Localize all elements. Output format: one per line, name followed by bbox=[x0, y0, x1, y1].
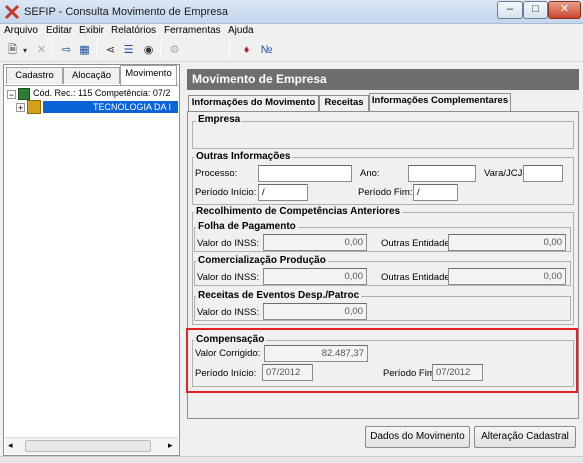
folha-inss-label: Valor do INSS: bbox=[197, 238, 260, 249]
expand-icon[interactable]: + bbox=[16, 103, 25, 113]
ano-label: Ano: bbox=[360, 168, 380, 179]
transfer-icon[interactable]: ⇨ bbox=[58, 42, 75, 59]
empresa-title: Empresa bbox=[196, 114, 243, 125]
scroll-right-icon[interactable]: ▸ bbox=[168, 440, 173, 451]
new-document-icon[interactable]: 🗎 bbox=[4, 42, 21, 59]
collapse-icon[interactable]: − bbox=[7, 90, 16, 100]
tree-root-label[interactable]: Cód. Rec.: 115 Competência: 07/2 bbox=[33, 88, 170, 98]
tab-strip: Informações do Movimento Receitas Inform… bbox=[188, 93, 579, 113]
close-button[interactable]: ✕ bbox=[548, 1, 581, 19]
comercializacao-title: Comercialização Produção bbox=[196, 255, 328, 266]
help-icon[interactable]: № bbox=[258, 42, 275, 59]
menu-bar: Arquivo Editar Exibir Relatórios Ferrame… bbox=[0, 24, 583, 40]
comerc-outras-input[interactable]: 0,00 bbox=[448, 268, 566, 285]
tab-movimento[interactable]: Movimento bbox=[120, 65, 177, 85]
comerc-inss-input[interactable]: 0,00 bbox=[263, 268, 367, 285]
toolbar-separator bbox=[229, 43, 230, 58]
tree-icon[interactable]: ⋖ bbox=[102, 42, 119, 59]
toolbar: 🗎 ▾ ✕ ⇨ ▦ ⋖ ☰ ◉ ⚙ ♦ № bbox=[0, 40, 583, 62]
status-bar bbox=[0, 456, 583, 463]
comerc-inss-label: Valor do INSS: bbox=[197, 272, 260, 283]
alteracao-cadastral-button[interactable]: Alteração Cadastral bbox=[474, 426, 576, 448]
vara-label: Vara/JCJ: bbox=[484, 168, 526, 179]
menu-ferramentas[interactable]: Ferramentas bbox=[164, 25, 221, 36]
shield-icon[interactable]: ♦ bbox=[238, 42, 255, 59]
folha-outras-label: Outras Entidades: bbox=[381, 238, 458, 249]
panel-title: Movimento de Empresa bbox=[192, 72, 327, 86]
menu-arquivo[interactable]: Arquivo bbox=[4, 25, 38, 36]
tab-alocacao[interactable]: Alocação bbox=[63, 67, 120, 84]
minimize-button[interactable]: – bbox=[497, 1, 523, 19]
comerc-outras-label: Outras Entidades: bbox=[381, 272, 458, 283]
eventos-inss-input[interactable]: 0,00 bbox=[263, 303, 367, 320]
periodo-inicio-label: Período Início: bbox=[195, 187, 257, 198]
tree-view: − Cód. Rec.: 115 Competência: 07/2 + TEC… bbox=[5, 85, 178, 430]
tab-cadastro[interactable]: Cadastro bbox=[6, 67, 63, 84]
processo-input[interactable] bbox=[258, 165, 352, 182]
toolbar-separator bbox=[160, 43, 161, 58]
periodo-fim-label: Período Fim: bbox=[358, 187, 413, 198]
folha-inss-input[interactable]: 0,00 bbox=[263, 234, 367, 251]
tree-child-selected[interactable]: TECNOLOGIA DA I bbox=[43, 101, 178, 113]
folha-outras-input[interactable]: 0,00 bbox=[448, 234, 566, 251]
highlight-box bbox=[186, 328, 578, 393]
periodo-fim-input[interactable]: / bbox=[413, 184, 458, 201]
panel-header: Movimento de Empresa bbox=[187, 69, 579, 90]
window-title: SEFIP - Consulta Movimento de Empresa bbox=[24, 6, 228, 18]
menu-exibir[interactable]: Exibir bbox=[79, 25, 104, 36]
processo-label: Processo: bbox=[195, 168, 238, 179]
empresa-group bbox=[192, 121, 574, 149]
tab-informacoes-movimento[interactable]: Informações do Movimento bbox=[188, 95, 319, 112]
company-icon bbox=[27, 100, 41, 114]
periodo-inicio-input[interactable]: / bbox=[258, 184, 308, 201]
grid-icon[interactable]: ▦ bbox=[76, 42, 93, 59]
tab-informacoes-complementares[interactable]: Informações Complementares bbox=[369, 93, 511, 113]
settings-icon[interactable]: ⚙ bbox=[166, 42, 183, 59]
menu-relatorios[interactable]: Relatórios bbox=[111, 25, 156, 36]
database-icon bbox=[18, 88, 30, 100]
outras-informacoes-title: Outras Informações bbox=[194, 151, 293, 162]
folha-title: Folha de Pagamento bbox=[196, 221, 298, 232]
toolbar-separator bbox=[52, 43, 53, 58]
menu-ajuda[interactable]: Ajuda bbox=[228, 25, 254, 36]
tab-receitas[interactable]: Receitas bbox=[319, 95, 369, 112]
recolhimento-title: Recolhimento de Competências Anteriores bbox=[194, 206, 403, 217]
binoculars-icon[interactable]: ◉ bbox=[140, 42, 157, 59]
toolbar-separator bbox=[96, 43, 97, 58]
left-panel: Cadastro Alocação Movimento − Cód. Rec.:… bbox=[3, 64, 180, 456]
ano-input[interactable] bbox=[408, 165, 476, 182]
delete-icon[interactable]: ✕ bbox=[33, 42, 50, 59]
maximize-button[interactable]: □ bbox=[523, 1, 548, 19]
dropdown-arrow-icon[interactable]: ▾ bbox=[20, 42, 30, 59]
list-icon[interactable]: ☰ bbox=[120, 42, 137, 59]
app-icon bbox=[4, 4, 20, 20]
horizontal-scrollbar[interactable]: ◂ ▸ bbox=[5, 437, 178, 454]
scroll-left-icon[interactable]: ◂ bbox=[8, 440, 13, 451]
eventos-inss-label: Valor do INSS: bbox=[197, 307, 260, 318]
dados-movimento-button[interactable]: Dados do Movimento bbox=[365, 426, 470, 448]
eventos-title: Receitas de Eventos Desp./Patroc bbox=[196, 290, 362, 301]
vara-input[interactable] bbox=[523, 165, 563, 182]
menu-editar[interactable]: Editar bbox=[46, 25, 72, 36]
scroll-thumb[interactable] bbox=[25, 440, 151, 452]
title-bar: SEFIP - Consulta Movimento de Empresa – … bbox=[0, 0, 583, 24]
